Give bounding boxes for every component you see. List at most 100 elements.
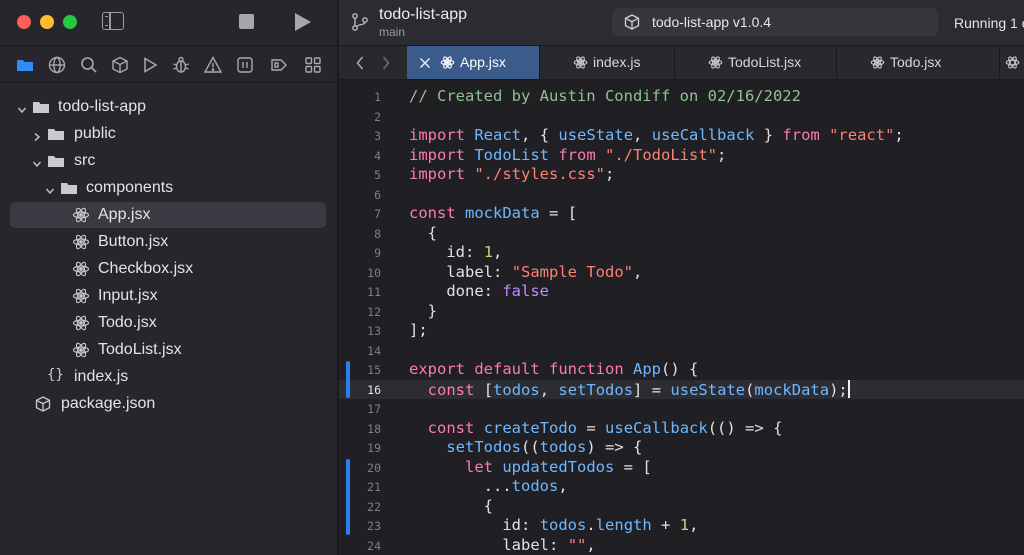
code-line[interactable]: 17 (339, 399, 1024, 419)
react-icon (1005, 55, 1020, 70)
grid-icon[interactable] (303, 55, 323, 75)
warning-icon[interactable] (203, 55, 223, 75)
folder-icon (47, 152, 65, 170)
code-line[interactable]: 22 { (339, 497, 1024, 517)
project-title: todo-list-app (379, 6, 468, 23)
close-icon[interactable] (419, 56, 431, 69)
line-number: 22 (367, 499, 381, 514)
code-line[interactable]: 16 const [todos, setTodos] = useState(mo… (339, 379, 1024, 399)
code-line[interactable]: 12 } (339, 302, 1024, 322)
toolbar: todo-list-app main todo-list-app v1.0.4 … (339, 0, 1024, 45)
stop-icon[interactable] (239, 14, 254, 29)
code-line[interactable]: 8 { (339, 224, 1024, 244)
folder-icon (60, 179, 78, 197)
line-number: 19 (367, 441, 381, 455)
navigator-sidebar: todo-list-app public src components App.… (0, 0, 338, 555)
code-line[interactable]: 9 id: 1, (339, 243, 1024, 263)
navigator-selector-bar (0, 45, 338, 83)
code-line[interactable]: 23 id: todos.length + 1, (339, 516, 1024, 536)
chevron-down-icon[interactable] (17, 102, 27, 114)
source-control-icon[interactable] (235, 55, 255, 75)
tab-todo-jsx[interactable]: Todo.jsx (837, 46, 1000, 79)
tree-item-todo-list-app[interactable]: todo-list-app (10, 94, 326, 120)
run-icon[interactable] (295, 13, 311, 31)
code-line[interactable]: 20 let updatedTodos = [ (339, 458, 1024, 478)
code-text: } (427, 301, 438, 320)
tab-label: TodoList.jsx (728, 54, 802, 70)
tree-item-index-js[interactable]: {} index.js (10, 364, 326, 390)
chevron-down-icon[interactable] (45, 183, 55, 195)
line-number: 7 (374, 207, 381, 221)
tree-item-label: App.jsx (98, 206, 151, 223)
chevron-left-icon[interactable] (355, 55, 365, 71)
tree-item-checkbox-jsx[interactable]: Checkbox.jsx (10, 256, 326, 282)
folder-navigator-icon[interactable] (15, 55, 35, 75)
chevron-down-icon[interactable] (32, 156, 42, 168)
line-number: 21 (367, 480, 381, 494)
line-number: 17 (367, 402, 381, 416)
code-line[interactable]: 13]; (339, 321, 1024, 341)
branch-icon[interactable] (351, 12, 369, 32)
code-line[interactable]: 1 // Created by Austin Condiff on 02/16/2… (339, 87, 1024, 107)
line-number: 14 (367, 343, 381, 358)
chevron-right-icon[interactable] (32, 129, 42, 142)
line-number: 15 (367, 363, 381, 377)
line-number: 24 (367, 538, 381, 553)
tree-item-package-json[interactable]: package.json (10, 391, 326, 417)
change-marker[interactable] (346, 458, 350, 535)
line-number: 8 (374, 226, 381, 241)
tree-item-components[interactable]: components (10, 175, 326, 201)
code-text: // Created by Austin Condiff on 02/16/20… (409, 87, 801, 105)
bug-icon[interactable] (171, 55, 191, 75)
code-line[interactable]: 15 export default function App() { (339, 360, 1024, 380)
folder-icon (32, 98, 50, 116)
tree-item-public[interactable]: public (10, 121, 326, 147)
close-window-button[interactable] (17, 15, 31, 29)
code-line[interactable]: 2 (339, 107, 1024, 127)
tree-item-todo-jsx[interactable]: Todo.jsx (10, 310, 326, 336)
zoom-window-button[interactable] (63, 15, 77, 29)
tree-item-button-jsx[interactable]: Button.jsx (10, 229, 326, 255)
minimize-window-button[interactable] (40, 15, 54, 29)
code-line[interactable]: 7 const mockData = [ (339, 204, 1024, 224)
tree-item-label: Button.jsx (98, 233, 169, 250)
package-icon (34, 395, 52, 413)
tab-app-jsx[interactable]: App.jsx (407, 46, 540, 79)
code-text: label: "", (502, 535, 596, 554)
text-cursor (847, 379, 850, 398)
tree-item-src[interactable]: src (10, 148, 326, 174)
code-line[interactable]: 11 done: false (339, 282, 1024, 302)
sidebar-toggle-icon[interactable] (102, 12, 124, 30)
code-line[interactable]: 4 import TodoList from "./TodoList"; (339, 146, 1024, 166)
change-marker[interactable] (346, 361, 350, 398)
react-icon (72, 260, 90, 278)
globe-icon[interactable] (47, 55, 67, 75)
code-line[interactable]: 21 ...todos, (339, 477, 1024, 497)
code-line[interactable]: 19 setTodos((todos) => { (339, 438, 1024, 458)
code-line[interactable]: 24 label: "", (339, 536, 1024, 555)
tab-label: App.jsx (460, 54, 506, 70)
tab-index-js[interactable]: index.js (540, 46, 675, 79)
code-line[interactable]: 5 import "./styles.css"; (339, 165, 1024, 185)
code-text: const createTodo = useCallback(() => { (427, 418, 783, 437)
tree-item-todolist-jsx[interactable]: TodoList.jsx (10, 337, 326, 363)
code-line[interactable]: 3 import React, { useState, useCallback }… (339, 126, 1024, 146)
code-line[interactable]: 6 (339, 185, 1024, 205)
code-text: const [todos, setTodos] = useState(mockD… (427, 379, 850, 399)
code-editor[interactable]: 1 // Created by Austin Condiff on 02/16/2… (339, 80, 1024, 555)
search-icon[interactable] (79, 55, 99, 75)
tree-item-label: Input.jsx (98, 287, 158, 304)
code-line[interactable]: 18 const createTodo = useCallback(() => … (339, 419, 1024, 439)
tree-item-label: public (74, 125, 116, 142)
tag-icon[interactable] (269, 55, 289, 75)
play-outline-icon[interactable] (140, 55, 160, 75)
chevron-right-icon[interactable] (381, 55, 391, 71)
code-line[interactable]: 10 label: "Sample Todo", (339, 263, 1024, 283)
scheme-selector[interactable]: todo-list-app v1.0.4 (612, 8, 938, 36)
tree-item-input-jsx[interactable]: Input.jsx (10, 283, 326, 309)
xcode-window: todo-list-app public src components App.… (0, 0, 1024, 555)
tree-item-app-jsx[interactable]: App.jsx (10, 202, 326, 228)
package-icon[interactable] (110, 55, 130, 75)
tab-todolist-jsx[interactable]: TodoList.jsx (675, 46, 837, 79)
code-line[interactable]: 14 (339, 341, 1024, 361)
